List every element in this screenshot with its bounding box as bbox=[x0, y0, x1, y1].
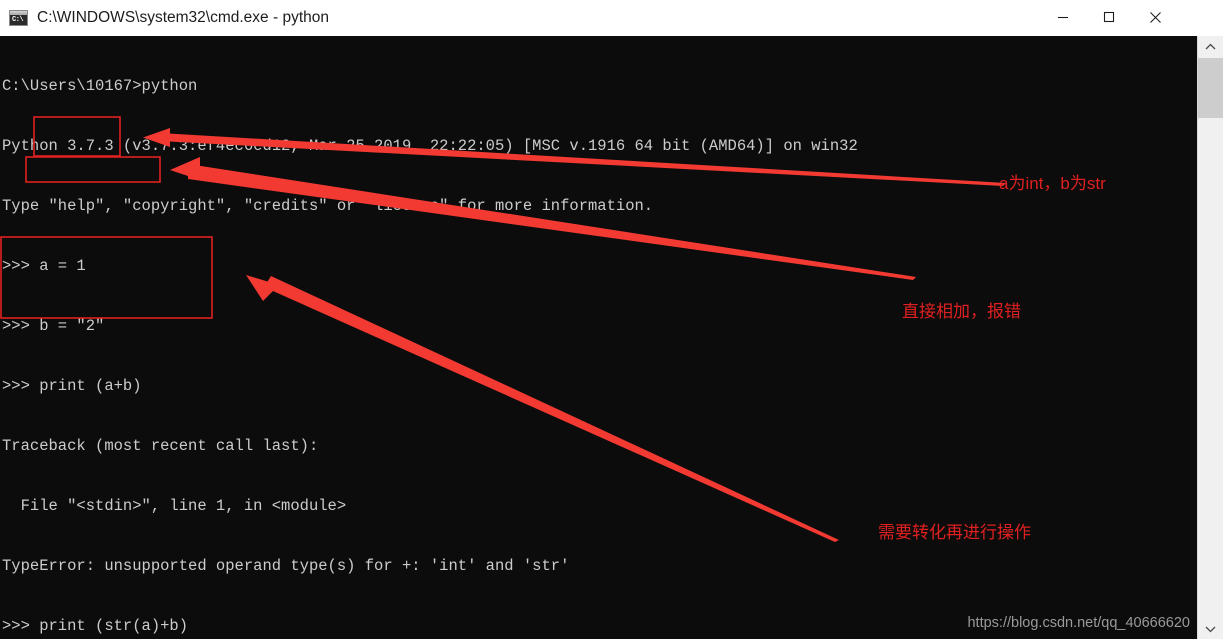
close-icon bbox=[1149, 11, 1161, 23]
scroll-up-button[interactable] bbox=[1198, 36, 1223, 57]
minimize-button[interactable] bbox=[1040, 0, 1086, 34]
scrollbar-thumb[interactable] bbox=[1198, 58, 1223, 118]
window-title: C:\WINDOWS\system32\cmd.exe - python bbox=[37, 9, 329, 26]
console-line: Python 3.7.3 (v3.7.3:ef4ec6ed12, Mar 25 … bbox=[2, 137, 858, 155]
console-line: >>> a = 1 bbox=[2, 257, 86, 275]
console-line: >>> print (str(a)+b) bbox=[2, 617, 189, 635]
watermark-url: https://blog.csdn.net/qq_40666620 bbox=[967, 615, 1190, 631]
close-button[interactable] bbox=[1132, 0, 1178, 34]
chevron-down-icon bbox=[1205, 626, 1216, 632]
console-line: Type "help", "copyright", "credits" or "… bbox=[2, 197, 654, 215]
console-output-area[interactable]: C:\Users\10167>python Python 3.7.3 (v3.7… bbox=[0, 36, 1197, 639]
minimize-icon bbox=[1058, 16, 1068, 19]
cmd-app-icon: C:\ bbox=[9, 10, 28, 26]
cmd-window: C:\ C:\WINDOWS\system32\cmd.exe - python… bbox=[0, 0, 1223, 639]
console-line: C:\Users\10167>python bbox=[2, 77, 198, 95]
console-line: Traceback (most recent call last): bbox=[2, 437, 319, 455]
annotation-label-convert: 需要转化再进行操作 bbox=[878, 523, 1031, 542]
console-line: >>> b = "2" bbox=[2, 317, 105, 335]
console-text: C:\Users\10167>python Python 3.7.3 (v3.7… bbox=[2, 36, 858, 639]
scroll-down-button[interactable] bbox=[1198, 618, 1223, 639]
maximize-button[interactable] bbox=[1086, 0, 1132, 34]
icon-prompt-label: C:\ bbox=[12, 16, 24, 24]
vertical-scrollbar[interactable] bbox=[1197, 36, 1223, 639]
console-line: TypeError: unsupported operand type(s) f… bbox=[2, 557, 570, 575]
chevron-up-icon bbox=[1205, 43, 1216, 49]
annotation-label-error: 直接相加，报错 bbox=[902, 302, 1021, 321]
maximize-icon bbox=[1103, 11, 1115, 23]
annotation-label-types: a为int，b为str bbox=[999, 174, 1106, 193]
console-line: >>> print (a+b) bbox=[2, 377, 142, 395]
console-line: File "<stdin>", line 1, in <module> bbox=[2, 497, 347, 515]
title-bar[interactable]: C:\ C:\WINDOWS\system32\cmd.exe - python bbox=[0, 0, 1223, 37]
